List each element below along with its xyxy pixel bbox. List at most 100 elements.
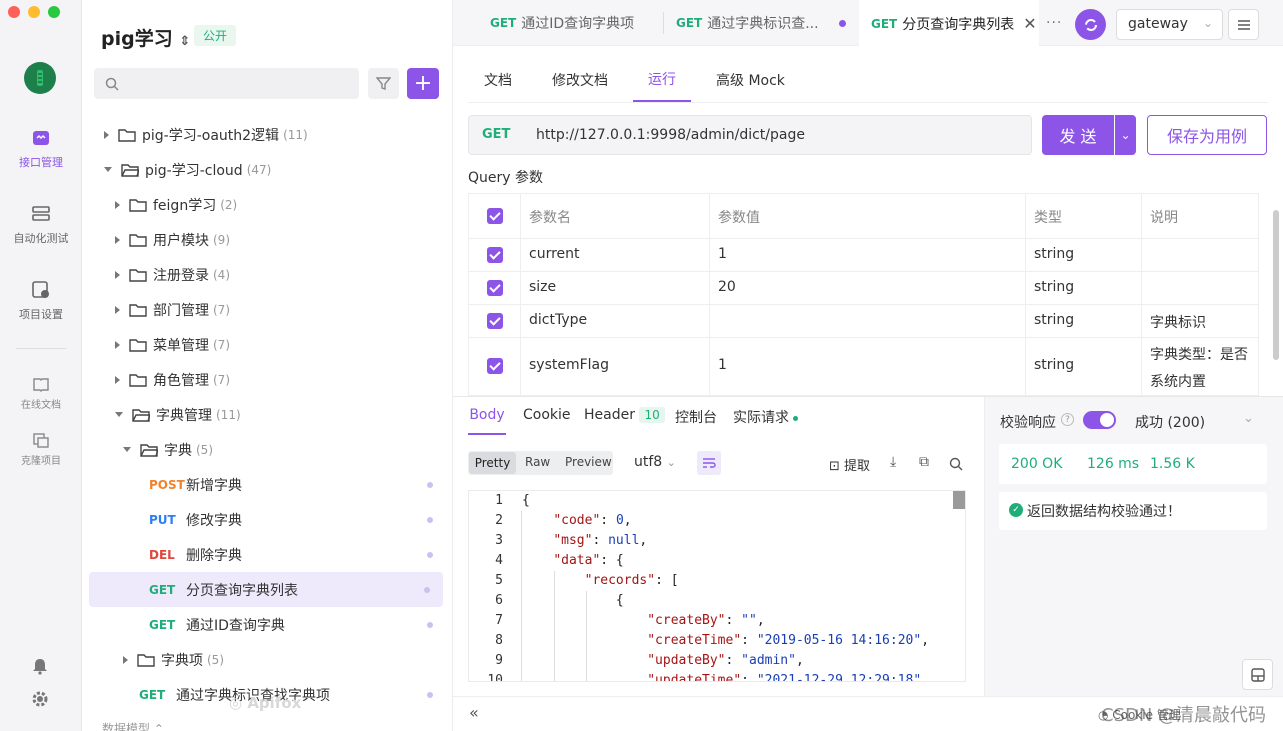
- tree-endpoint-add-dict[interactable]: POST 新增字典: [82, 467, 453, 502]
- tree-item-label: 字典管理: [156, 407, 212, 424]
- extract-button[interactable]: ⊡ 提取: [829, 455, 870, 474]
- response-tab-body[interactable]: Body: [468, 407, 506, 435]
- tree-endpoint-delete-dict[interactable]: DEL 删除字典: [82, 537, 453, 572]
- tree-folder-dept[interactable]: 部门管理 (7): [82, 292, 453, 327]
- search-icon[interactable]: [949, 457, 963, 471]
- param-type[interactable]: string: [1034, 312, 1074, 328]
- tree-folder-users[interactable]: 用户模块 (9): [82, 222, 453, 257]
- param-desc[interactable]: 字典类型：是否: [1150, 344, 1248, 364]
- encoding-select[interactable]: utf8 ⌄: [634, 454, 676, 470]
- param-name[interactable]: size: [529, 279, 556, 295]
- param-value[interactable]: 20: [718, 279, 736, 295]
- subtab-edit-docs[interactable]: 修改文档: [552, 58, 608, 102]
- bell-icon[interactable]: [31, 657, 49, 675]
- add-button[interactable]: +: [407, 68, 439, 99]
- minimize-window-button[interactable]: [28, 6, 40, 18]
- method-badge: DEL: [149, 547, 175, 562]
- rail-item-testing[interactable]: 自动化测试: [0, 204, 82, 246]
- format-pretty[interactable]: Pretty: [469, 452, 516, 474]
- param-value[interactable]: 1: [718, 246, 727, 262]
- subtab-docs[interactable]: 文档: [484, 58, 512, 102]
- watermark-text: Apifox: [247, 694, 302, 712]
- validation-toggle[interactable]: [1083, 411, 1116, 429]
- param-name[interactable]: dictType: [529, 312, 587, 328]
- format-raw[interactable]: Raw: [525, 455, 550, 469]
- tree-folder-dict[interactable]: 字典 (5): [82, 432, 453, 467]
- rail-item-api[interactable]: 接口管理: [0, 128, 82, 170]
- save-as-case-button[interactable]: 保存为用例: [1147, 115, 1267, 155]
- tab-page-dict-active[interactable]: GET 分页查询字典列表 ✕: [859, 0, 1039, 47]
- layout-toggle-button[interactable]: [1242, 659, 1273, 690]
- more-tabs-icon[interactable]: ···: [1046, 15, 1062, 31]
- tree-folder-oauth2[interactable]: pig-学习-oauth2逻辑 (11): [82, 117, 453, 152]
- param-name[interactable]: systemFlag: [529, 357, 609, 373]
- tree-folder-feign[interactable]: feign学习 (2): [82, 187, 453, 222]
- search-input[interactable]: [94, 68, 359, 99]
- method-badge: POST: [149, 477, 185, 492]
- close-window-button[interactable]: [8, 6, 20, 18]
- param-type[interactable]: string: [1034, 357, 1074, 373]
- code-line: "createTime": "2019-05-16 14:16:20",: [647, 633, 930, 648]
- filter-button[interactable]: [368, 68, 399, 99]
- rail-item-online-docs[interactable]: 在线文档: [0, 376, 82, 411]
- gear-icon[interactable]: [31, 690, 49, 708]
- rail-item-clone[interactable]: 克隆项目: [0, 432, 82, 467]
- tree-folder-register[interactable]: 注册登录 (4): [82, 257, 453, 292]
- tree-folder-dict-item[interactable]: 字典项 (5): [82, 642, 453, 677]
- wrap-toggle-button[interactable]: [697, 451, 721, 475]
- select-all-checkbox[interactable]: [487, 208, 503, 224]
- folder-icon: [129, 304, 147, 317]
- rail-item-settings[interactable]: 项目设置: [0, 280, 82, 322]
- param-checkbox[interactable]: [487, 358, 503, 374]
- param-checkbox[interactable]: [487, 280, 503, 296]
- subtab-run[interactable]: 运行: [633, 58, 691, 102]
- tree-folder-cloud[interactable]: pig-学习-cloud (47): [82, 152, 453, 187]
- subtab-advanced-mock[interactable]: 高级 Mock: [716, 58, 785, 102]
- chevron-right-icon: [115, 270, 120, 279]
- param-type[interactable]: string: [1034, 246, 1074, 262]
- collapse-sidebar-icon[interactable]: «: [469, 703, 479, 722]
- tree-data-models[interactable]: 数据模型 ⌃: [102, 720, 164, 731]
- response-body-editor[interactable]: 1 2 3 4 5 6 7 8 9 10 { "code": 0, "msg":…: [468, 490, 966, 682]
- send-button[interactable]: 发 送: [1042, 115, 1114, 155]
- param-value[interactable]: 1: [718, 357, 727, 373]
- sync-button[interactable]: [1075, 9, 1106, 40]
- format-preview[interactable]: Preview: [565, 455, 612, 469]
- project-title[interactable]: pig学习 ⇕: [101, 24, 190, 51]
- tree-folder-dict-mgmt[interactable]: 字典管理 (11): [82, 397, 453, 432]
- tree-folder-role[interactable]: 角色管理 (7): [82, 362, 453, 397]
- validation-result-select[interactable]: 成功 (200): [1135, 412, 1205, 432]
- download-icon[interactable]: ⤓: [890, 454, 896, 470]
- tab-get-dict-item-by-id[interactable]: GET 通过ID查询字典项: [475, 0, 665, 46]
- param-name[interactable]: current: [529, 246, 580, 262]
- response-tab-actual-request[interactable]: 实际请求: [733, 407, 798, 427]
- url-input[interactable]: http://127.0.0.1:9998/admin/dict/page: [536, 127, 805, 143]
- env-menu-button[interactable]: [1228, 9, 1259, 40]
- validation-label: 校验响应: [1000, 415, 1056, 431]
- param-type[interactable]: string: [1034, 279, 1074, 295]
- response-tab-header[interactable]: Header 10: [584, 407, 665, 423]
- param-desc[interactable]: 字典标识: [1150, 312, 1206, 332]
- help-icon[interactable]: ?: [1061, 413, 1074, 426]
- params-scrollbar[interactable]: [1273, 210, 1279, 360]
- tree-folder-menu[interactable]: 菜单管理 (7): [82, 327, 453, 362]
- tree-endpoint-edit-dict[interactable]: PUT 修改字典: [82, 502, 453, 537]
- param-checkbox[interactable]: [487, 247, 503, 263]
- editor-scrollbar[interactable]: [953, 491, 965, 509]
- response-tab-console[interactable]: 控制台: [675, 407, 717, 427]
- send-options-button[interactable]: ⌄: [1115, 115, 1136, 155]
- project-name: pig学习: [101, 28, 173, 50]
- response-tab-cookie[interactable]: Cookie: [523, 407, 571, 423]
- tree-endpoint-get-dict-by-id[interactable]: GET 通过ID查询字典: [82, 607, 453, 642]
- project-avatar[interactable]: [24, 62, 56, 94]
- tree-item-label: pig-学习-cloud: [145, 162, 243, 179]
- close-tab-icon[interactable]: ✕: [1023, 14, 1036, 33]
- maximize-window-button[interactable]: [48, 6, 60, 18]
- tab-find-dict-item[interactable]: GET 通过字典标识查...: [664, 0, 858, 46]
- copy-icon[interactable]: ⧉: [919, 454, 929, 470]
- param-checkbox[interactable]: [487, 313, 503, 329]
- request-method-select[interactable]: GET: [482, 127, 510, 142]
- chevron-down-icon[interactable]: ⌄: [1243, 411, 1254, 426]
- tree-endpoint-page-dict[interactable]: GET 分页查询字典列表: [89, 572, 443, 607]
- env-select[interactable]: gateway ⌄: [1116, 9, 1223, 40]
